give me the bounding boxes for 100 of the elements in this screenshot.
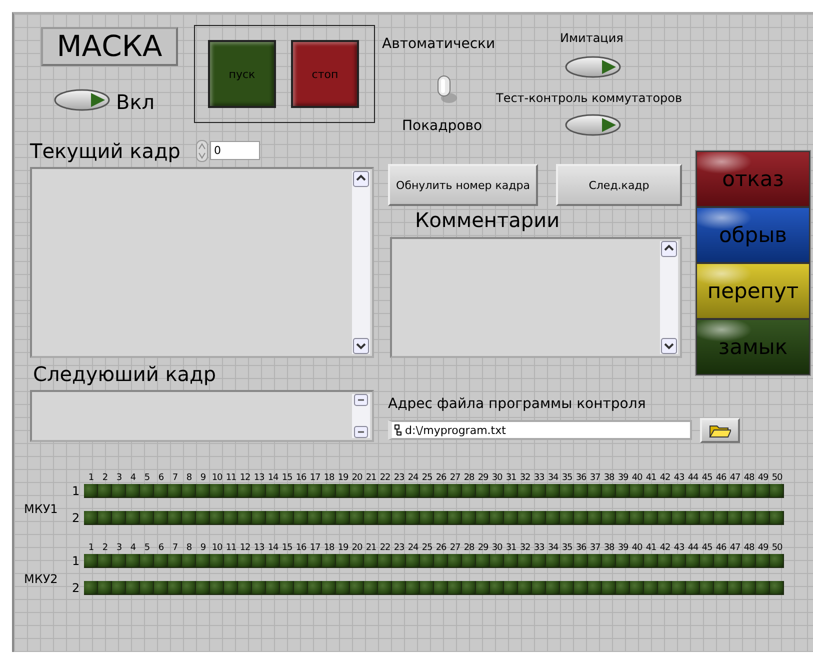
scrollbar[interactable] <box>352 171 370 354</box>
text-area[interactable] <box>30 390 374 442</box>
column-number: 6 <box>157 472 165 484</box>
row-label: 2 <box>72 581 81 595</box>
field-label: Адрес файла программы контроля <box>388 396 646 412</box>
column-number: 2 <box>101 472 109 484</box>
scroll-down-button[interactable] <box>661 338 677 354</box>
column-number: 19 <box>336 542 350 554</box>
column-number: 14 <box>266 472 280 484</box>
column-number: 26 <box>434 542 448 554</box>
column-number: 47 <box>728 472 742 484</box>
toggle-label: Тест-контроль коммутаторов <box>496 91 682 105</box>
column-number: 40 <box>630 542 644 554</box>
column-number: 17 <box>308 472 322 484</box>
scroll-down-button[interactable] <box>353 338 369 354</box>
column-number: 29 <box>476 472 490 484</box>
column-number: 10 <box>210 472 224 484</box>
column-number: 45 <box>700 542 714 554</box>
toggle-label: Имитация <box>560 31 624 45</box>
column-number: 5 <box>143 542 151 554</box>
column-number: 5 <box>143 472 151 484</box>
column-number: 27 <box>448 542 462 554</box>
column-number: 35 <box>560 472 574 484</box>
column-number: 33 <box>532 542 546 554</box>
column-number: 1 <box>87 542 95 554</box>
scroll-up-button[interactable] <box>661 241 677 257</box>
column-number: 46 <box>714 542 728 554</box>
status-button[interactable]: перепут <box>696 263 810 319</box>
column-number: 7 <box>171 542 179 554</box>
column-number: 50 <box>770 472 784 484</box>
column-number: 30 <box>490 472 504 484</box>
column-number: 37 <box>588 542 602 554</box>
column-number: 15 <box>280 472 294 484</box>
column-number: 11 <box>224 472 238 484</box>
row-label: 1 <box>72 484 81 498</box>
column-number: 29 <box>476 542 490 554</box>
column-number: 35 <box>560 542 574 554</box>
column-number: 14 <box>266 542 280 554</box>
scroll-down-button[interactable] <box>354 426 368 438</box>
toggle-switch[interactable] <box>564 55 622 79</box>
column-number: 27 <box>448 472 462 484</box>
column-number: 9 <box>199 542 207 554</box>
group-label: МКУ1 <box>24 500 59 516</box>
column-number: 32 <box>518 542 532 554</box>
field-label: Текущий кадр <box>30 139 180 163</box>
scrollbar[interactable] <box>660 241 678 354</box>
column-number: 10 <box>210 542 224 554</box>
column-number: 43 <box>672 472 686 484</box>
power-label: Вкл <box>116 90 155 114</box>
folder-icon <box>709 424 731 438</box>
scroll-up-button[interactable] <box>353 171 369 187</box>
column-number: 38 <box>602 472 616 484</box>
path-icon <box>394 424 402 436</box>
column-number: 12 <box>238 542 252 554</box>
toggle-switch[interactable] <box>564 113 622 137</box>
column-number: 32 <box>518 472 532 484</box>
column-number: 28 <box>462 542 476 554</box>
column-number: 34 <box>546 542 560 554</box>
column-number: 46 <box>714 472 728 484</box>
column-number: 44 <box>686 472 700 484</box>
number-field[interactable]: 0 <box>210 141 260 160</box>
column-number: 42 <box>658 542 672 554</box>
column-number: 45 <box>700 472 714 484</box>
column-number: 6 <box>157 542 165 554</box>
toggle-switch[interactable] <box>53 88 111 112</box>
column-number: 23 <box>392 472 406 484</box>
column-number: 7 <box>171 472 179 484</box>
column-number: 21 <box>364 542 378 554</box>
column-number: 25 <box>420 472 434 484</box>
column-number: 49 <box>756 472 770 484</box>
column-number: 16 <box>294 542 308 554</box>
column-number: 48 <box>742 472 756 484</box>
column-number: 15 <box>280 542 294 554</box>
column-number: 18 <box>322 542 336 554</box>
column-number: 4 <box>129 542 137 554</box>
column-number: 39 <box>616 542 630 554</box>
column-number: 38 <box>602 542 616 554</box>
path-field[interactable]: d:\/myprogram.txt <box>388 420 692 440</box>
browse-button[interactable] <box>700 418 740 443</box>
frame-button[interactable]: Обнулить номер кадра <box>388 164 538 206</box>
column-number: 47 <box>728 542 742 554</box>
column-number: 16 <box>294 472 308 484</box>
column-number: 48 <box>742 542 756 554</box>
column-number: 11 <box>224 542 238 554</box>
scroll-up-button[interactable] <box>354 394 368 406</box>
column-number: 22 <box>378 542 392 554</box>
column-number: 22 <box>378 472 392 484</box>
column-number: 39 <box>616 472 630 484</box>
field-label: Комментарии <box>415 208 560 232</box>
group-label: МКУ2 <box>24 570 59 586</box>
mode-label: Покадрово <box>402 118 482 134</box>
column-number: 49 <box>756 542 770 554</box>
column-number: 25 <box>420 542 434 554</box>
column-number: 18 <box>322 472 336 484</box>
column-number: 9 <box>199 472 207 484</box>
frame-button[interactable]: След.кадр <box>556 164 682 206</box>
scrollbar[interactable] <box>352 394 370 438</box>
column-number: 31 <box>504 472 518 484</box>
column-number: 41 <box>644 472 658 484</box>
column-number: 17 <box>308 542 322 554</box>
